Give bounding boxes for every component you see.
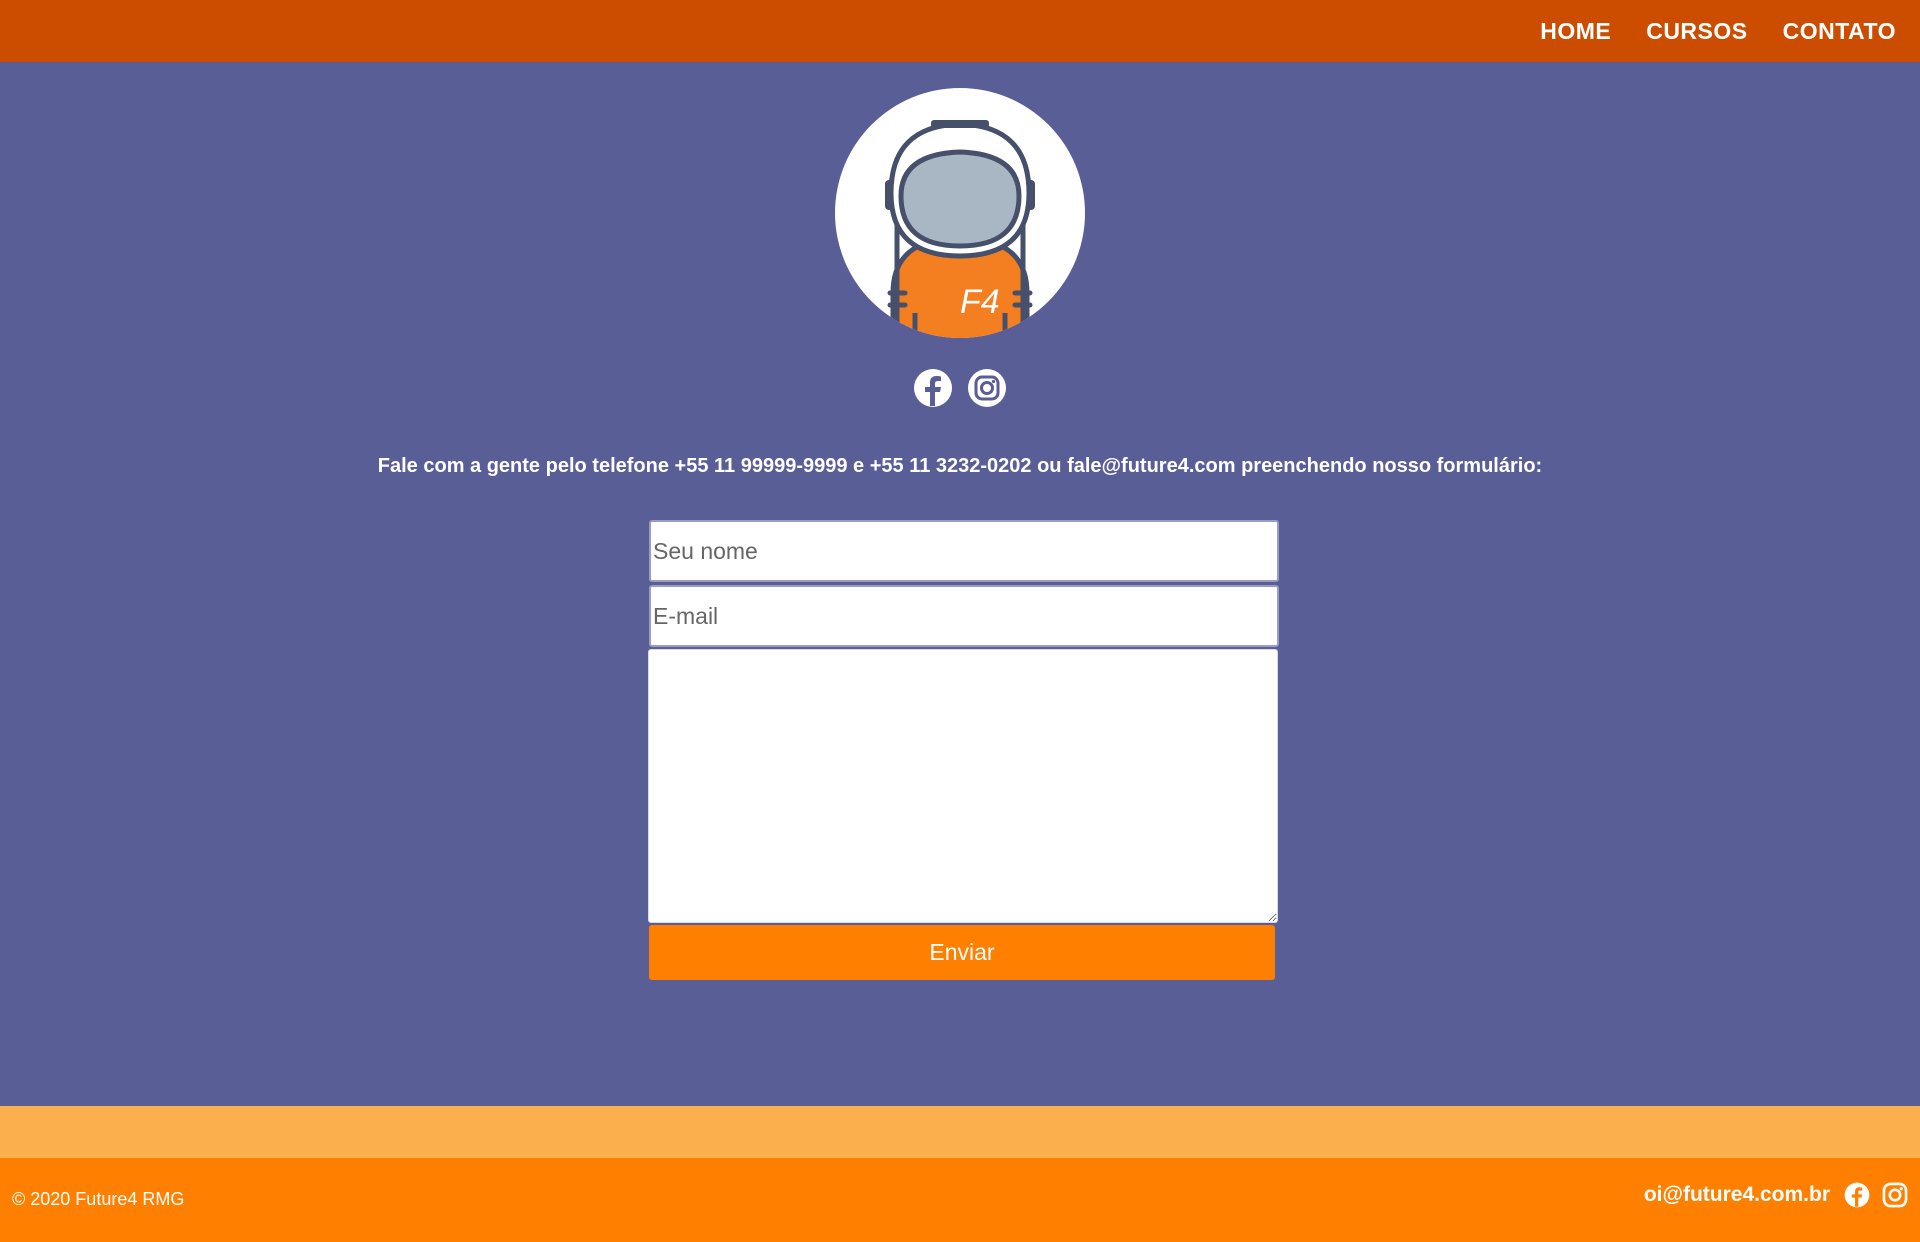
facebook-icon[interactable] [913, 368, 953, 408]
email-input[interactable] [649, 585, 1279, 647]
footer-facebook-icon[interactable] [1844, 1182, 1870, 1208]
contact-info-text: Fale com a gente pelo telefone +55 11 99… [377, 455, 1543, 477]
footer-email-link[interactable]: oi@future4.com.br [1644, 1183, 1830, 1207]
main-nav: HOME CURSOS CONTATO [1540, 0, 1896, 62]
send-button[interactable]: Enviar [649, 925, 1275, 980]
nav-contato-link[interactable]: CONTATO [1783, 18, 1896, 45]
top-header: HOME CURSOS CONTATO [0, 0, 1920, 62]
social-links [913, 368, 1007, 408]
nav-home-link[interactable]: HOME [1540, 18, 1611, 45]
footer-instagram-icon[interactable] [1882, 1182, 1908, 1208]
nav-cursos-link[interactable]: CURSOS [1646, 18, 1747, 45]
astronaut-avatar: F4 [835, 88, 1085, 338]
footer-contact: oi@future4.com.br [1644, 1182, 1908, 1208]
footer: © 2020 Future4 RMG oi@future4.com.br [0, 1158, 1920, 1242]
name-input[interactable] [649, 520, 1279, 582]
instagram-icon[interactable] [967, 368, 1007, 408]
astronaut-badge-text: F4 [960, 283, 1000, 321]
message-textarea[interactable] [648, 649, 1278, 923]
astronaut-icon: F4 [885, 120, 1035, 338]
copyright-text: © 2020 Future4 RMG [12, 1189, 185, 1209]
footer-band [0, 1106, 1920, 1158]
